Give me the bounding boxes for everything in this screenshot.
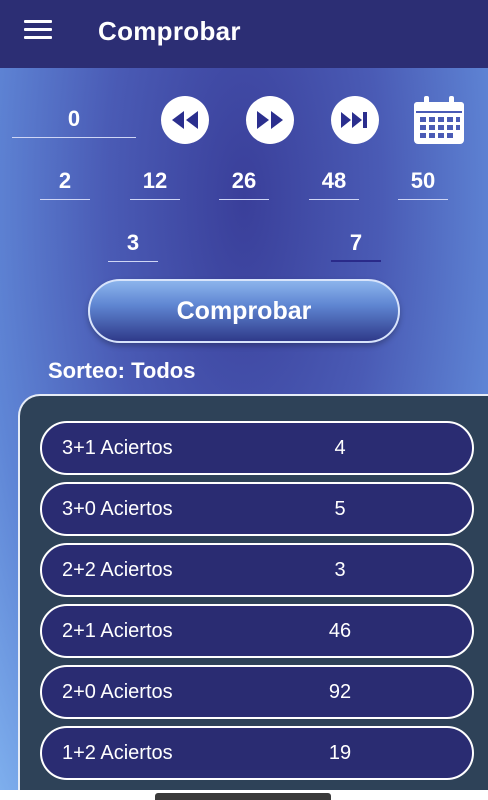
fast-forward-button[interactable]: [246, 96, 294, 144]
draw-number-input[interactable]: 0: [12, 100, 136, 138]
result-count: 19: [328, 741, 352, 764]
page-title: Comprobar: [98, 16, 241, 46]
result-label: 2+0 Aciertos: [62, 680, 173, 703]
home-indicator-bar[interactable]: [155, 793, 331, 800]
number-field-4[interactable]: 48: [309, 162, 359, 200]
result-row[interactable]: 2+0 Aciertos 92: [40, 665, 474, 719]
result-label: 1+2 Aciertos: [62, 741, 173, 764]
menu-icon[interactable]: [24, 20, 52, 40]
result-row[interactable]: 2+1 Aciertos 46: [40, 604, 474, 658]
calendar-button[interactable]: [412, 94, 466, 146]
number-field-3[interactable]: 26: [219, 162, 269, 200]
app-bar: Comprobar: [0, 0, 488, 68]
number-field-2[interactable]: 12: [130, 162, 180, 200]
result-count: 92: [328, 680, 352, 703]
result-row[interactable]: 3+0 Aciertos 5: [40, 482, 474, 536]
result-count: 3: [334, 558, 346, 581]
result-count: 46: [328, 619, 352, 642]
result-row[interactable]: 1+2 Aciertos 19: [40, 726, 474, 780]
calendar-icon: [414, 96, 464, 144]
rewind-icon: [172, 111, 198, 129]
result-label: 3+1 Aciertos: [62, 436, 173, 459]
check-button[interactable]: Comprobar: [88, 279, 400, 343]
result-label: 3+0 Aciertos: [62, 497, 173, 520]
skip-to-end-button[interactable]: [331, 96, 379, 144]
star-field-2[interactable]: 7: [331, 224, 381, 262]
draw-filter-label[interactable]: Sorteo: Todos: [48, 358, 195, 384]
result-row[interactable]: 2+2 Aciertos 3: [40, 543, 474, 597]
star-field-1[interactable]: 3: [108, 224, 158, 262]
skip-to-end-icon: [341, 112, 367, 128]
result-count: 5: [334, 497, 346, 520]
number-field-1[interactable]: 2: [40, 162, 90, 200]
fast-forward-icon: [257, 111, 283, 129]
result-label: 2+2 Aciertos: [62, 558, 173, 581]
number-field-5[interactable]: 50: [398, 162, 448, 200]
result-label: 2+1 Aciertos: [62, 619, 173, 642]
rewind-button[interactable]: [161, 96, 209, 144]
result-count: 4: [334, 436, 346, 459]
result-row[interactable]: 3+1 Aciertos 4: [40, 421, 474, 475]
